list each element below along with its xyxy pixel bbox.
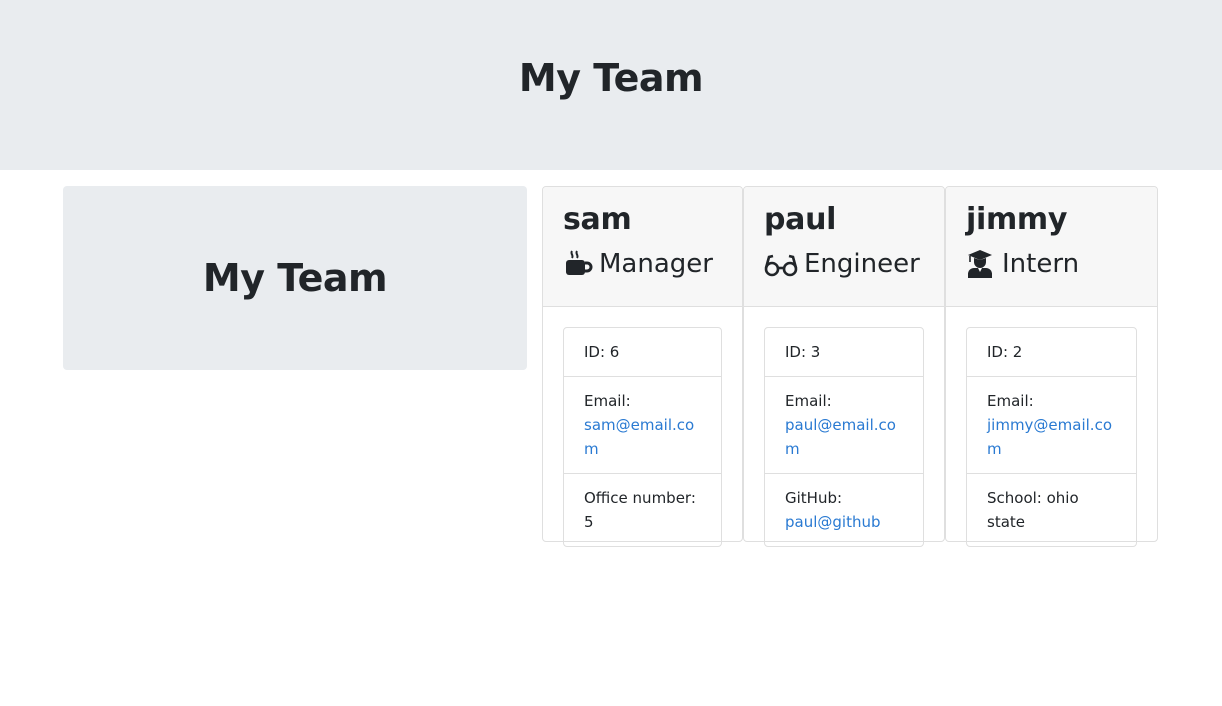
member-role: Engineer	[764, 247, 924, 281]
card-header: jimmy Intern	[946, 187, 1157, 307]
email-link[interactable]: jimmy@email.com	[987, 416, 1112, 458]
member-id: ID: 2	[967, 328, 1136, 377]
member-details: ID: 6 Email: sam@email.com Office number…	[563, 327, 722, 547]
member-email-row: Email: sam@email.com	[564, 377, 721, 474]
member-id: ID: 3	[765, 328, 923, 377]
office-number-label: Office number:	[584, 489, 696, 507]
mug-hot-icon	[563, 249, 593, 279]
team-jumbotron: My Team	[63, 186, 527, 370]
member-card-intern: jimmy Intern ID: 2 Email: jimmy@email.co…	[945, 186, 1158, 547]
email-link[interactable]: sam@email.com	[584, 416, 694, 458]
office-number-row: Office number: 5	[564, 474, 721, 546]
role-label: Manager	[599, 249, 713, 279]
email-link[interactable]: paul@email.com	[785, 416, 896, 458]
member-details: ID: 2 Email: jimmy@email.com School: ohi…	[966, 327, 1137, 547]
email-label: Email:	[584, 392, 631, 410]
member-email-row: Email: jimmy@email.com	[967, 377, 1136, 474]
member-name: jimmy	[966, 202, 1068, 237]
graduate-icon	[966, 249, 996, 279]
member-details: ID: 3 Email: paul@email.com GitHub: paul…	[764, 327, 924, 547]
email-label: Email:	[785, 392, 832, 410]
email-label: Email:	[987, 392, 1034, 410]
member-id: ID: 6	[564, 328, 721, 377]
page-title: My Team	[518, 56, 704, 100]
member-card-engineer: paul Engineer ID: 3 Email: paul@email.co…	[743, 186, 945, 547]
github-row: GitHub: paul@github	[765, 474, 923, 546]
role-label: Engineer	[804, 249, 920, 279]
card-header: paul Engineer	[744, 187, 944, 307]
github-label: GitHub:	[785, 489, 843, 507]
school-row: School: ohio state	[987, 489, 1079, 531]
team-title: My Team	[202, 256, 388, 300]
member-role: Manager	[563, 247, 722, 281]
member-role: Intern	[966, 247, 1137, 281]
github-link[interactable]: paul@github	[785, 513, 881, 531]
member-name: paul	[764, 202, 837, 237]
office-number-value: 5	[584, 513, 594, 531]
member-card-manager: sam Manager ID: 6 Email: sam@email.com O…	[542, 186, 743, 547]
page-header: My Team	[0, 0, 1222, 170]
role-label: Intern	[1002, 249, 1080, 279]
card-header: sam Manager	[543, 187, 742, 307]
member-name: sam	[563, 202, 632, 237]
glasses-icon	[764, 249, 798, 279]
member-email-row: Email: paul@email.com	[765, 377, 923, 474]
